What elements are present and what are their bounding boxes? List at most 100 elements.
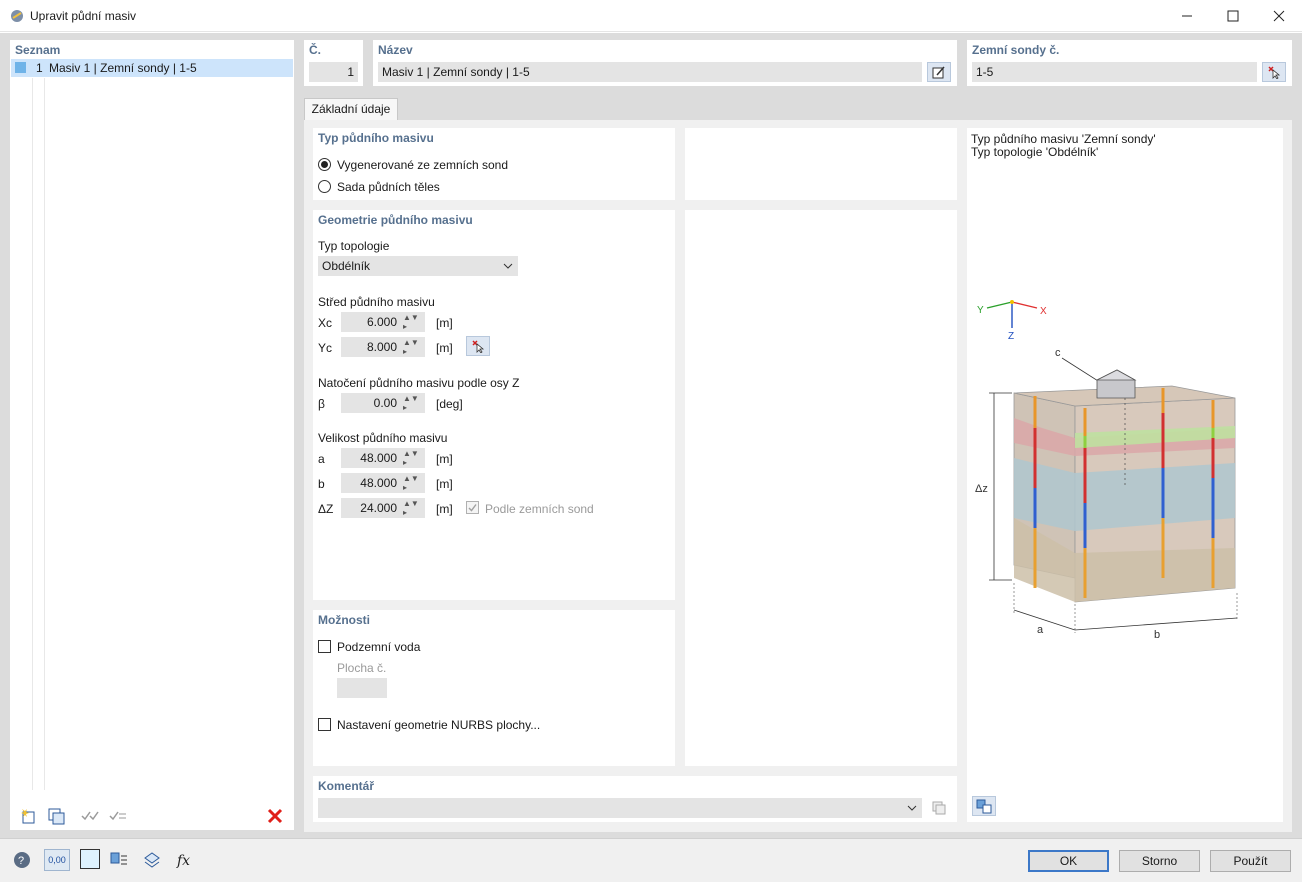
comment-header: Komentář — [318, 779, 375, 793]
select-cursor-icon — [1268, 66, 1281, 79]
svg-text:fx: fx — [176, 853, 190, 869]
axis-triad: Y X Z — [977, 300, 1047, 342]
uncheck-all-icon[interactable] — [105, 805, 131, 827]
list-header: Seznam — [15, 43, 61, 57]
dz-label: ΔZ — [318, 502, 334, 516]
nurbs-label: Nastavení geometrie NURBS plochy... — [337, 718, 541, 732]
name-panel: Název Masiv 1 | Zemní sondy | 1-5 — [373, 40, 957, 86]
axis-z-label: Z — [1008, 331, 1014, 342]
groundwater-checkbox[interactable] — [318, 640, 331, 653]
close-window-button[interactable] — [1256, 0, 1302, 32]
window-title: Upravit půdní masiv — [30, 9, 137, 23]
by-probes-label: Podle zemních sond — [485, 502, 594, 516]
by-probes-checkbox[interactable] — [466, 501, 479, 514]
dz-input[interactable]: 24.000 — [341, 498, 403, 518]
type-header: Typ půdního masivu — [318, 131, 434, 145]
check-all-icon[interactable] — [77, 805, 103, 827]
type-panel: Typ půdního masivu Vygenerované ze zemní… — [313, 128, 675, 200]
cancel-button[interactable]: Storno — [1119, 850, 1200, 872]
delete-icon[interactable] — [262, 805, 288, 827]
ok-button[interactable]: OK — [1028, 850, 1109, 872]
topology-select[interactable]: Obdélník — [318, 256, 518, 276]
pick-probes-button[interactable] — [1262, 62, 1286, 82]
list-item[interactable]: 1 Masiv 1 | Zemní sondy | 1-5 — [11, 59, 293, 77]
dz-unit: [m] — [436, 502, 453, 516]
number-panel: Č. 1 — [304, 40, 363, 86]
checkmark-icon — [468, 504, 477, 512]
view-settings-icon — [976, 799, 992, 814]
nurbs-checkbox[interactable] — [318, 718, 331, 731]
color-icon[interactable] — [80, 849, 100, 869]
help-icon[interactable]: ? — [9, 849, 35, 871]
edit-name-button[interactable] — [927, 62, 951, 82]
options-header: Možnosti — [318, 613, 370, 627]
tab-basic-data[interactable]: Základní údaje — [304, 98, 398, 120]
a-spinner[interactable]: ▲▼ ▸ — [403, 448, 425, 468]
beta-spinner[interactable]: ▲▼ ▸ — [403, 393, 425, 413]
rotation-label: Natočení půdního masivu podle osy Z — [318, 376, 520, 390]
empty-panel-top — [685, 128, 957, 200]
surface-input[interactable] — [337, 678, 387, 698]
svg-text:?: ? — [18, 855, 24, 867]
radio-solids-set[interactable] — [318, 180, 331, 193]
formula-icon[interactable]: fx — [173, 849, 199, 871]
b-input[interactable]: 48.000 — [341, 473, 403, 493]
display-info-icon[interactable] — [106, 849, 132, 871]
radio-generated[interactable] — [318, 158, 331, 171]
probes-field[interactable]: 1-5 — [972, 62, 1257, 82]
radio-solids-set-label: Sada půdních těles — [337, 180, 440, 194]
b-spinner[interactable]: ▲▼ ▸ — [403, 473, 425, 493]
list-panel: Seznam 1 Masiv 1 | Zemní sondy | 1-5 — [10, 40, 294, 830]
yc-input[interactable]: 8.000 — [341, 337, 403, 357]
app-icon — [9, 8, 25, 27]
comment-library-button[interactable] — [927, 798, 951, 818]
probes-label: Zemní sondy č. — [972, 43, 1060, 57]
new-item-icon[interactable] — [15, 805, 41, 827]
xc-input[interactable]: 6.000 — [341, 312, 403, 332]
yc-label: Yc — [318, 341, 333, 355]
beta-input[interactable]: 0.00 — [341, 393, 403, 413]
topology-value: Obdélník — [322, 259, 371, 273]
size-label: Velikost půdního masivu — [318, 431, 448, 445]
xc-spinner[interactable]: ▲▼ ▸ — [403, 312, 425, 332]
a-unit: [m] — [436, 452, 453, 466]
label-dz: Δz — [975, 483, 988, 495]
preview-options-button[interactable] — [972, 796, 996, 816]
view-icon[interactable] — [139, 849, 165, 871]
name-field[interactable]: Masiv 1 | Zemní sondy | 1-5 — [378, 62, 922, 82]
copy-item-icon[interactable] — [43, 805, 69, 827]
yc-unit: [m] — [436, 341, 453, 355]
copy-icon — [932, 801, 946, 815]
list-item-number: 1 — [36, 61, 43, 75]
tree-guide — [32, 78, 33, 790]
surface-label: Plocha č. — [337, 661, 387, 675]
soil-massif-diagram: Y X Z c Δz a b — [975, 300, 1238, 641]
title-bar: Upravit půdní masiv — [0, 0, 1302, 32]
axis-x-label: X — [1040, 306, 1047, 317]
yc-spinner[interactable]: ▲▼ ▸ — [403, 337, 425, 357]
number-field[interactable]: 1 — [309, 62, 358, 82]
units-icon[interactable]: 0,00 — [44, 849, 70, 871]
comment-panel: Komentář — [313, 776, 957, 822]
footer-bar: ? 0,00 fx OK Storno Použít — [0, 838, 1302, 882]
units-badge: 0,00 — [48, 855, 66, 865]
preview-type-text: Typ půdního masivu 'Zemní sondy' — [971, 132, 1156, 146]
topology-label: Typ topologie — [318, 239, 390, 253]
maximize-button[interactable] — [1210, 0, 1256, 32]
select-cursor-icon — [472, 340, 485, 353]
minimize-button[interactable] — [1164, 0, 1210, 32]
pick-center-button[interactable] — [466, 336, 490, 356]
dz-spinner[interactable]: ▲▼ ▸ — [403, 498, 425, 518]
label-a: a — [1037, 624, 1044, 636]
preview-panel: Typ půdního masivu 'Zemní sondy' Typ top… — [967, 128, 1283, 822]
edit-icon — [932, 66, 945, 79]
a-input[interactable]: 48.000 — [341, 448, 403, 468]
apply-button[interactable]: Použít — [1210, 850, 1291, 872]
tree-guide — [44, 78, 45, 790]
xc-label: Xc — [318, 316, 333, 330]
empty-panel-middle — [685, 210, 957, 766]
name-label: Název — [378, 43, 413, 57]
comment-input[interactable] — [318, 798, 922, 818]
groundwater-label: Podzemní voda — [337, 640, 421, 654]
a-label: a — [318, 452, 325, 466]
